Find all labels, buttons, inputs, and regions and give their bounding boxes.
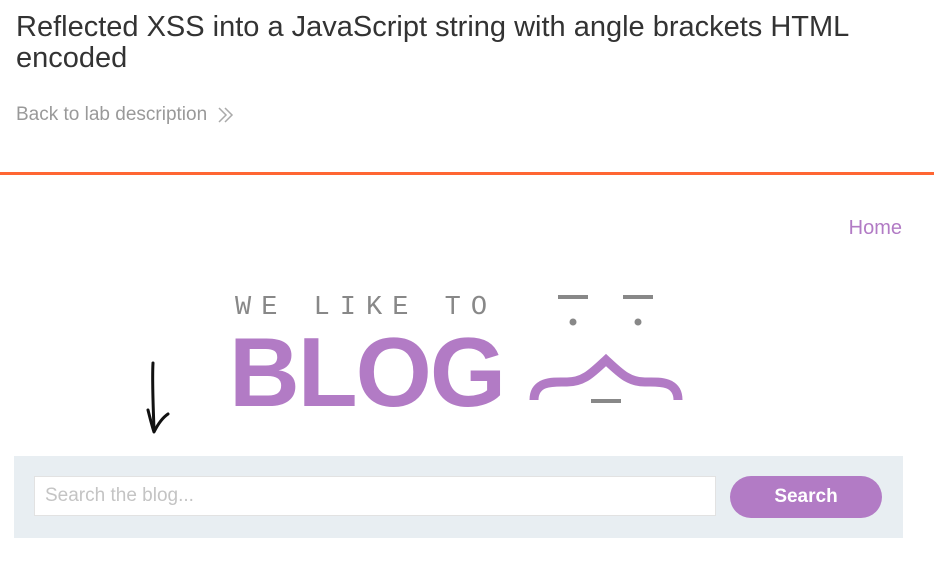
- nav-home-link[interactable]: Home: [849, 217, 902, 240]
- logo-wordmark: BLOG: [229, 317, 504, 416]
- lab-title: Reflected XSS into a JavaScript string w…: [16, 11, 849, 74]
- back-link-label: Back to lab description: [16, 104, 208, 125]
- header-divider: [0, 172, 934, 175]
- lab-header: Reflected XSS into a JavaScript string w…: [0, 0, 936, 176]
- search-panel: Search: [14, 456, 903, 538]
- down-arrow-icon: [138, 360, 174, 440]
- double-chevron-right-icon: [217, 105, 235, 125]
- curly-brace-face-icon: [529, 295, 683, 403]
- search-button[interactable]: Search: [730, 476, 882, 518]
- search-input[interactable]: [34, 476, 716, 516]
- back-to-lab-description-link[interactable]: Back to lab description: [16, 104, 235, 126]
- blog-logo: WE LIKE TO BLOG: [225, 286, 695, 427]
